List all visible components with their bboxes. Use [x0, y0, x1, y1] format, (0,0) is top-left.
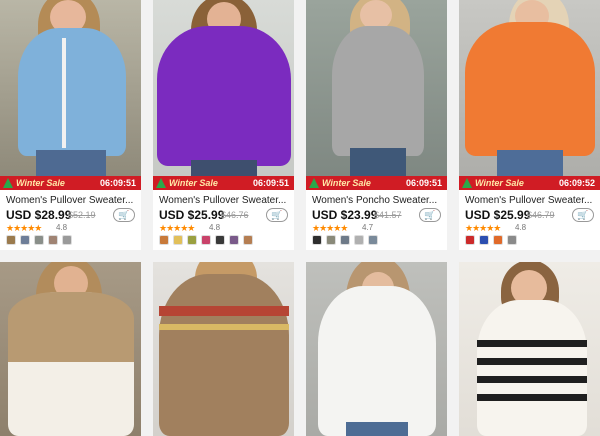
color-swatches — [159, 235, 257, 245]
sale-label: Winter Sale — [169, 178, 218, 188]
color-swatch[interactable] — [493, 235, 503, 245]
add-to-cart-button[interactable]: 🛒 — [266, 208, 288, 222]
product-price: USD $25.99 — [159, 208, 225, 222]
color-swatches — [465, 235, 521, 245]
color-swatch[interactable] — [243, 235, 253, 245]
color-swatch[interactable] — [187, 235, 197, 245]
christmas-tree-icon — [462, 178, 472, 188]
product-title[interactable]: Women's Poncho Sweater... — [312, 195, 444, 207]
cart-icon: 🛒 — [424, 210, 436, 220]
color-swatch[interactable] — [354, 235, 364, 245]
product-image[interactable] — [153, 262, 294, 436]
color-swatch[interactable] — [465, 235, 475, 245]
product-info: Women's Poncho Sweater... USD $23.99 $41… — [306, 190, 447, 250]
product-card-7[interactable] — [306, 262, 447, 436]
color-swatch[interactable] — [34, 235, 44, 245]
product-image[interactable] — [459, 262, 600, 436]
product-image[interactable] — [459, 0, 600, 176]
product-info: Women's Pullover Sweater... USD $25.99 $… — [459, 190, 600, 250]
color-swatches — [6, 235, 76, 245]
product-info: Women's Pullover Sweater... USD $28.99 $… — [0, 190, 141, 250]
countdown-timer: 06:09:51 — [99, 178, 136, 188]
product-image[interactable] — [0, 262, 141, 436]
color-swatch[interactable] — [201, 235, 211, 245]
add-to-cart-button[interactable]: 🛒 — [419, 208, 441, 222]
sale-label: Winter Sale — [475, 178, 524, 188]
rating-value: 4.8 — [515, 223, 527, 232]
color-swatches — [312, 235, 382, 245]
color-swatch[interactable] — [479, 235, 489, 245]
color-swatch[interactable] — [312, 235, 322, 245]
sale-label: Winter Sale — [322, 178, 371, 188]
cart-icon: 🛒 — [118, 210, 130, 220]
rating-value: 4.8 — [56, 223, 68, 232]
original-price: $46.79 — [527, 210, 555, 220]
product-card-4[interactable]: Winter Sale 06:09:52 Women's Pullover Sw… — [459, 0, 600, 250]
product-price: USD $28.99 — [6, 208, 72, 222]
winter-sale-banner: Winter Sale 06:09:51 — [306, 176, 447, 190]
product-image[interactable] — [0, 0, 141, 176]
color-swatch[interactable] — [340, 235, 350, 245]
rating-stars: ★★★★★ — [6, 223, 42, 233]
color-swatch[interactable] — [368, 235, 378, 245]
product-image[interactable] — [153, 0, 294, 176]
product-card-2[interactable]: Winter Sale 06:09:51 Women's Pullover Sw… — [153, 0, 294, 250]
color-swatch[interactable] — [48, 235, 58, 245]
rating-value: 4.8 — [209, 223, 221, 232]
cart-icon: 🛒 — [577, 210, 589, 220]
christmas-tree-icon — [3, 178, 13, 188]
christmas-tree-icon — [309, 178, 319, 188]
original-price: $46.76 — [221, 210, 249, 220]
product-card-3[interactable]: Winter Sale 06:09:51 Women's Poncho Swea… — [306, 0, 447, 250]
sale-label: Winter Sale — [16, 178, 65, 188]
color-swatch[interactable] — [62, 235, 72, 245]
countdown-timer: 06:09:51 — [405, 178, 442, 188]
countdown-timer: 06:09:52 — [558, 178, 595, 188]
color-swatch[interactable] — [20, 235, 30, 245]
product-image[interactable] — [306, 262, 447, 436]
color-swatch[interactable] — [326, 235, 336, 245]
christmas-tree-icon — [156, 178, 166, 188]
rating-stars: ★★★★★ — [465, 223, 501, 233]
rating-value: 4.7 — [362, 223, 374, 232]
product-card-8[interactable] — [459, 262, 600, 436]
cart-icon: 🛒 — [271, 210, 283, 220]
rating-stars: ★★★★★ — [159, 223, 195, 233]
product-price: USD $23.99 — [312, 208, 378, 222]
winter-sale-banner: Winter Sale 06:09:52 — [459, 176, 600, 190]
color-swatch[interactable] — [229, 235, 239, 245]
color-swatch[interactable] — [507, 235, 517, 245]
add-to-cart-button[interactable]: 🛒 — [113, 208, 135, 222]
color-swatch[interactable] — [6, 235, 16, 245]
product-title[interactable]: Women's Pullover Sweater... — [6, 195, 138, 207]
original-price: $52.19 — [68, 210, 96, 220]
product-image[interactable] — [306, 0, 447, 176]
product-price: USD $25.99 — [465, 208, 531, 222]
product-info: Women's Pullover Sweater... USD $25.99 $… — [153, 190, 294, 250]
product-title[interactable]: Women's Pullover Sweater... — [465, 195, 597, 207]
winter-sale-banner: Winter Sale 06:09:51 — [153, 176, 294, 190]
product-card-6[interactable] — [153, 262, 294, 436]
countdown-timer: 06:09:51 — [252, 178, 289, 188]
original-price: $41.57 — [374, 210, 402, 220]
color-swatch[interactable] — [159, 235, 169, 245]
color-swatch[interactable] — [215, 235, 225, 245]
rating-stars: ★★★★★ — [312, 223, 348, 233]
add-to-cart-button[interactable]: 🛒 — [572, 208, 594, 222]
winter-sale-banner: Winter Sale 06:09:51 — [0, 176, 141, 190]
color-swatch[interactable] — [173, 235, 183, 245]
product-card-1[interactable]: Winter Sale 06:09:51 Women's Pullover Sw… — [0, 0, 141, 250]
product-title[interactable]: Women's Pullover Sweater... — [159, 195, 291, 207]
product-card-5[interactable] — [0, 262, 141, 436]
